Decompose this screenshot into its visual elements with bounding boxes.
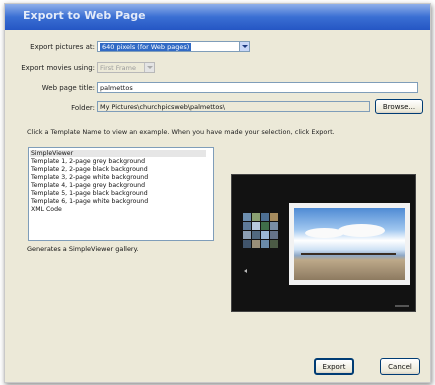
list-item[interactable]: Template 3, 2-page white background [31,174,148,181]
preview-caption-bar [395,305,409,307]
preview-photo [289,203,410,285]
export-dialog: Export to Web Page Export pictures at: 6… [4,3,431,383]
list-item[interactable]: Template 2, 2-page black background [31,166,148,173]
export-pictures-select[interactable]: 640 pixels (for Web pages) [97,41,250,52]
thumbnail [243,240,251,248]
export-pictures-label: Export pictures at: [30,43,95,51]
web-page-title-input[interactable]: palmettos [97,82,418,93]
template-preview [231,174,416,312]
export-pictures-value: 640 pixels (for Web pages) [100,43,192,51]
thumbnail [252,231,260,239]
thumbnail [252,222,260,230]
thumbnail [270,222,278,230]
instruction-text: Click a Template Name to view an example… [27,128,335,136]
list-item[interactable]: Template 6, 1-page white background [31,198,148,205]
web-page-title-value: palmettos [100,84,133,92]
thumbnail [261,240,269,248]
cloud-shape [338,223,385,237]
export-button-label: Export [322,362,346,371]
chevron-down-icon [144,63,154,72]
cancel-button-label: Cancel [388,362,412,371]
list-item[interactable]: Template 5, 1-page black background [31,190,148,197]
template-list[interactable]: SimpleViewer Template 1, 2-page grey bac… [28,147,214,241]
export-movies-value: First Frame [100,64,136,72]
thumbnail [252,213,260,221]
pier-shape [300,253,397,256]
arrow-left-icon [244,269,247,273]
chevron-down-icon[interactable] [239,42,249,51]
window-title: Export to Web Page [23,9,146,22]
thumbnail [261,213,269,221]
thumbnail [243,222,251,230]
folder-label: Folder: [71,104,95,112]
thumbnail [270,213,278,221]
cancel-button[interactable]: Cancel [380,358,420,375]
thumbnail [270,240,278,248]
thumbnail [270,231,278,239]
list-item[interactable]: Template 1, 2-page grey background [31,158,145,165]
folder-path-value: My Pictures\churchpicsweb\palmettos\ [100,103,225,111]
folder-path-field: My Pictures\churchpicsweb\palmettos\ [97,101,370,112]
thumbnail [243,213,251,221]
thumbnail [252,240,260,248]
export-movies-label: Export movies using: [21,64,95,72]
browse-button[interactable]: Browse... [375,99,423,114]
template-description: Generates a SimpleViewer gallery. [27,245,139,253]
browse-button-label: Browse... [382,102,416,111]
web-page-title-label: Web page title: [41,84,95,92]
beach-photo [294,208,405,280]
title-bar[interactable]: Export to Web Page [5,4,430,30]
list-item[interactable]: Template 4, 1-page grey background [31,182,145,189]
thumbnail [261,231,269,239]
export-movies-select: First Frame [97,62,155,73]
export-button[interactable]: Export [314,358,354,375]
thumbnail [261,222,269,230]
list-item[interactable]: XML Code [31,206,62,213]
list-item[interactable]: SimpleViewer [30,150,206,157]
thumbnail [243,231,251,239]
